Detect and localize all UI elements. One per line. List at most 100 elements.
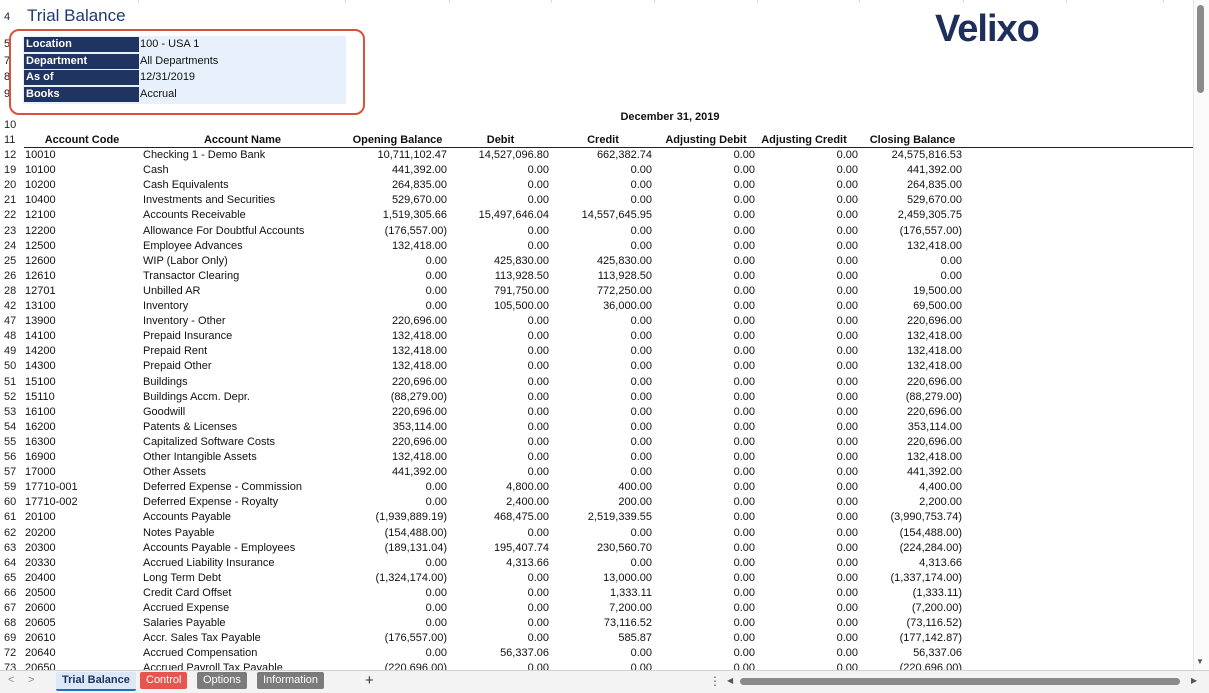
- cell-closing-balance[interactable]: 441,392.00: [860, 466, 962, 478]
- cell-adjusting-debit[interactable]: 0.00: [655, 617, 755, 629]
- cell-opening-balance[interactable]: 264,835.00: [346, 179, 447, 191]
- cell-account-name[interactable]: Accrued Compensation: [143, 647, 343, 659]
- cell-closing-balance[interactable]: 132,418.00: [860, 330, 962, 342]
- cell-closing-balance[interactable]: (7,200.00): [860, 602, 962, 614]
- cell-adjusting-debit[interactable]: 0.00: [655, 542, 755, 554]
- row-number[interactable]: 68: [0, 617, 28, 629]
- cell-credit[interactable]: 0.00: [552, 436, 652, 448]
- cell-account-name[interactable]: Accounts Payable - Employees: [143, 542, 343, 554]
- cell-account-name[interactable]: Transactor Clearing: [143, 270, 343, 282]
- cell-adjusting-debit[interactable]: 0.00: [655, 330, 755, 342]
- cell-account-name[interactable]: Goodwill: [143, 406, 343, 418]
- cell-credit[interactable]: 0.00: [552, 451, 652, 463]
- cell-adjusting-credit[interactable]: 0.00: [758, 481, 858, 493]
- cell-adjusting-credit[interactable]: 0.00: [758, 647, 858, 659]
- cell-account-code[interactable]: 13900: [25, 315, 135, 327]
- cell-debit[interactable]: 15,497,646.04: [450, 209, 549, 221]
- row-number[interactable]: 69: [0, 632, 28, 644]
- cell-debit[interactable]: 0.00: [450, 360, 549, 372]
- cell-opening-balance[interactable]: (154,488.00): [346, 527, 447, 539]
- cell-account-name[interactable]: Notes Payable: [143, 527, 343, 539]
- cell-account-code[interactable]: 10200: [25, 179, 135, 191]
- row-number[interactable]: 51: [0, 376, 28, 388]
- cell-account-name[interactable]: Long Term Debt: [143, 572, 343, 584]
- cell-credit[interactable]: 13,000.00: [552, 572, 652, 584]
- cell-credit[interactable]: 230,560.70: [552, 542, 652, 554]
- cell-adjusting-credit[interactable]: 0.00: [758, 164, 858, 176]
- cell-credit[interactable]: 0.00: [552, 240, 652, 252]
- cell-account-code[interactable]: 20100: [25, 511, 135, 523]
- cell-adjusting-debit[interactable]: 0.00: [655, 209, 755, 221]
- cell-account-name[interactable]: Accr. Sales Tax Payable: [143, 632, 343, 644]
- cell-adjusting-debit[interactable]: 0.00: [655, 149, 755, 161]
- cell-opening-balance[interactable]: 132,418.00: [346, 330, 447, 342]
- cell-debit[interactable]: 468,475.00: [450, 511, 549, 523]
- row-number[interactable]: 28: [0, 285, 28, 297]
- cell-opening-balance[interactable]: 529,670.00: [346, 194, 447, 206]
- cell-account-name[interactable]: Credit Card Offset: [143, 587, 343, 599]
- cell-debit[interactable]: 0.00: [450, 587, 549, 599]
- cell-closing-balance[interactable]: 529,670.00: [860, 194, 962, 206]
- cell-closing-balance[interactable]: 4,400.00: [860, 481, 962, 493]
- cell-opening-balance[interactable]: 0.00: [346, 587, 447, 599]
- cell-credit[interactable]: 0.00: [552, 164, 652, 176]
- row-number[interactable]: 59: [0, 481, 28, 493]
- cell-adjusting-debit[interactable]: 0.00: [655, 164, 755, 176]
- cell-opening-balance[interactable]: (1,939,889.19): [346, 511, 447, 523]
- cell-account-code[interactable]: 20400: [25, 572, 135, 584]
- cell-closing-balance[interactable]: (1,337,174.00): [860, 572, 962, 584]
- header-closing-balance[interactable]: Closing Balance: [860, 134, 965, 146]
- row-number[interactable]: 63: [0, 542, 28, 554]
- cell-adjusting-debit[interactable]: 0.00: [655, 360, 755, 372]
- cell-opening-balance[interactable]: 0.00: [346, 481, 447, 493]
- cell-debit[interactable]: 0.00: [450, 179, 549, 191]
- cell-account-name[interactable]: Deferred Expense - Royalty: [143, 496, 343, 508]
- cell-account-code[interactable]: 10010: [25, 149, 135, 161]
- row-number[interactable]: 62: [0, 527, 28, 539]
- cell-account-code[interactable]: 17710-002: [25, 496, 135, 508]
- cell-adjusting-debit[interactable]: 0.00: [655, 391, 755, 403]
- cell-adjusting-credit[interactable]: 0.00: [758, 270, 858, 282]
- cell-adjusting-credit[interactable]: 0.00: [758, 391, 858, 403]
- cell-debit[interactable]: 0.00: [450, 391, 549, 403]
- cell-credit[interactable]: 0.00: [552, 466, 652, 478]
- cell-opening-balance[interactable]: 0.00: [346, 300, 447, 312]
- cell-closing-balance[interactable]: (154,488.00): [860, 527, 962, 539]
- cell-account-name[interactable]: Other Intangible Assets: [143, 451, 343, 463]
- cell-account-name[interactable]: Deferred Expense - Commission: [143, 481, 343, 493]
- cell-adjusting-credit[interactable]: 0.00: [758, 194, 858, 206]
- cell-debit[interactable]: 0.00: [450, 662, 549, 670]
- cell-debit[interactable]: 0.00: [450, 345, 549, 357]
- cell-debit[interactable]: 0.00: [450, 194, 549, 206]
- cell-closing-balance[interactable]: 132,418.00: [860, 345, 962, 357]
- cell-adjusting-debit[interactable]: 0.00: [655, 345, 755, 357]
- cell-credit[interactable]: 0.00: [552, 225, 652, 237]
- cell-adjusting-credit[interactable]: 0.00: [758, 255, 858, 267]
- more-options-icon[interactable]: ⋮: [709, 674, 721, 688]
- cell-adjusting-credit[interactable]: 0.00: [758, 632, 858, 644]
- cell-adjusting-debit[interactable]: 0.00: [655, 285, 755, 297]
- cell-adjusting-debit[interactable]: 0.00: [655, 557, 755, 569]
- cell-account-name[interactable]: Salaries Payable: [143, 617, 343, 629]
- cell-opening-balance[interactable]: 220,696.00: [346, 376, 447, 388]
- row-number[interactable]: 20: [0, 179, 28, 191]
- row-number[interactable]: 12: [0, 149, 28, 161]
- header-credit[interactable]: Credit: [552, 134, 654, 146]
- cell-opening-balance[interactable]: (88,279.00): [346, 391, 447, 403]
- cell-account-name[interactable]: Buildings: [143, 376, 343, 388]
- cell-credit[interactable]: 0.00: [552, 391, 652, 403]
- cell-account-code[interactable]: 17000: [25, 466, 135, 478]
- cell-adjusting-credit[interactable]: 0.00: [758, 225, 858, 237]
- row-number[interactable]: 42: [0, 300, 28, 312]
- cell-account-code[interactable]: 12200: [25, 225, 135, 237]
- cell-credit[interactable]: 0.00: [552, 421, 652, 433]
- cell-credit[interactable]: 425,830.00: [552, 255, 652, 267]
- row-number[interactable]: 21: [0, 194, 28, 206]
- cell-adjusting-credit[interactable]: 0.00: [758, 209, 858, 221]
- cell-opening-balance[interactable]: 0.00: [346, 647, 447, 659]
- cell-adjusting-debit[interactable]: 0.00: [655, 496, 755, 508]
- cell-debit[interactable]: 0.00: [450, 421, 549, 433]
- cell-credit[interactable]: 0.00: [552, 406, 652, 418]
- cell-adjusting-credit[interactable]: 0.00: [758, 511, 858, 523]
- cell-account-code[interactable]: 12701: [25, 285, 135, 297]
